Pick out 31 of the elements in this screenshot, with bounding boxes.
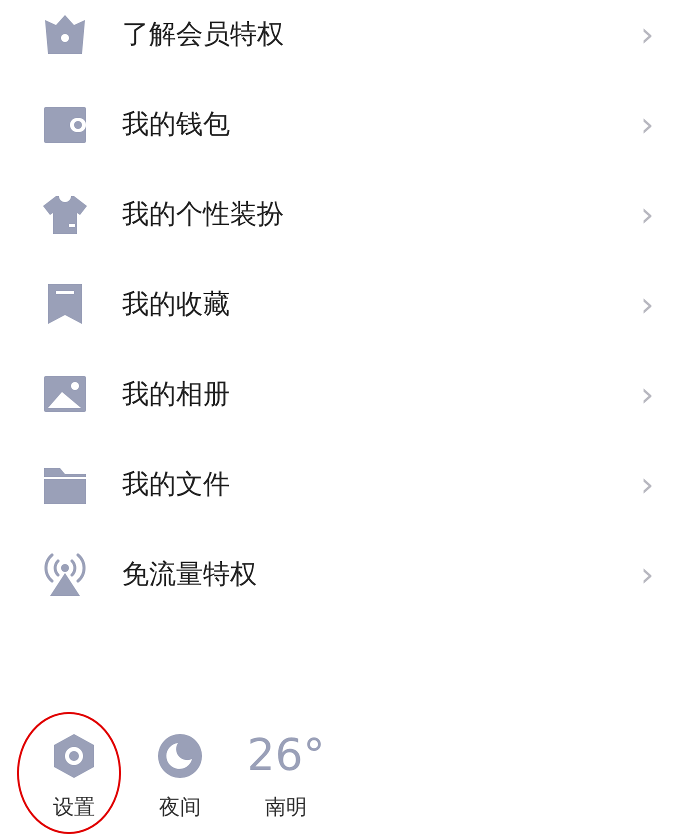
menu-item[interactable]: 我的个性装扮 › <box>0 170 692 260</box>
menu-label: 我的个性装扮 <box>122 198 284 232</box>
menu-label: 免流量特权 <box>122 558 257 592</box>
bottom-label: 夜间 <box>159 794 201 820</box>
menu-item[interactable]: 我的收藏 › <box>0 260 692 350</box>
menu-item[interactable]: 我的文件 › <box>0 440 692 530</box>
settings-icon <box>52 733 96 780</box>
temperature: 26° <box>247 733 325 780</box>
menu-item[interactable]: 我的钱包 › <box>0 80 692 170</box>
chevron: › <box>640 378 654 412</box>
menu-label: 我的收藏 <box>122 288 230 322</box>
moon-icon <box>158 734 202 778</box>
bottom-label: 设置 <box>53 794 95 820</box>
menu-label: 我的相册 <box>122 378 230 412</box>
menu-item[interactable]: 免流量特权 › <box>0 530 692 620</box>
menu-label: 我的钱包 <box>122 108 230 142</box>
bottom-bar-button[interactable]: 夜间 <box>128 723 232 823</box>
menu-item[interactable]: 了解会员特权 › <box>0 0 692 80</box>
menu-label: 了解会员特权 <box>122 18 284 52</box>
bottom-bar-button[interactable]: 26° 南明 <box>234 723 338 823</box>
chevron: › <box>640 288 654 322</box>
chevron: › <box>640 18 654 52</box>
chevron: › <box>640 558 654 592</box>
menu-item[interactable]: 我的相册 › <box>0 350 692 440</box>
chevron: › <box>640 108 654 142</box>
chevron: › <box>640 468 654 502</box>
bottom-bar-button[interactable]: 设置 <box>22 723 126 823</box>
signal-icon <box>42 552 88 598</box>
menu-label: 我的文件 <box>122 468 230 502</box>
bottom-label: 南明 <box>265 794 307 820</box>
chevron: › <box>640 198 654 232</box>
